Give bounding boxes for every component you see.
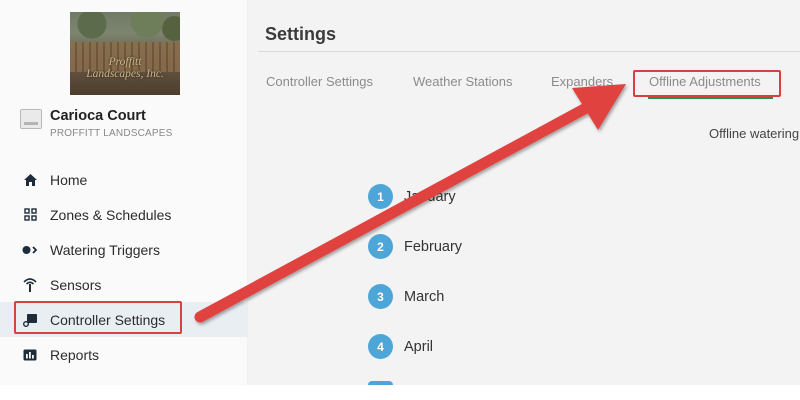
sidebar-item-zones-schedules[interactable]: Zones & Schedules [0,197,248,232]
month-label: February [404,238,463,255]
sidebar-item-label: Sensors [50,276,102,293]
reports-icon [22,347,38,363]
bottom-strip [0,385,800,400]
title-divider [258,51,800,52]
tab-expanders[interactable]: Expanders [551,74,613,89]
active-tab-indicator [648,97,773,99]
site-company: PROFFITT LANDSCAPES [50,128,173,139]
month-row: 4 April [368,334,433,359]
month-number-badge: 3 [368,284,393,309]
app-window: Proffitt Landscapes, Inc. Carioca Court … [0,0,800,400]
annotation-highlight-offline-adjustments [633,70,781,97]
sidebar-item-home[interactable]: Home [0,162,248,197]
sidebar: Proffitt Landscapes, Inc. Carioca Court … [0,0,248,385]
month-number-badge: 4 [368,334,393,359]
sidebar-item-label: Watering Triggers [50,241,160,258]
month-label: January [404,188,456,205]
sidebar-item-reports[interactable]: Reports [0,337,248,372]
tab-controller-settings[interactable]: Controller Settings [266,74,373,89]
sidebar-item-label: Home [50,171,88,188]
company-logo: Proffitt Landscapes, Inc. [70,12,180,95]
tab-weather-stations[interactable]: Weather Stations [413,74,512,89]
month-label: March [404,288,445,305]
month-label: April [404,338,434,355]
offline-watering-text: Offline watering [709,126,800,141]
home-icon [22,172,38,188]
site-name: Carioca Court [50,108,146,124]
sidebar-item-watering-triggers[interactable]: Watering Triggers [0,232,248,267]
sidebar-item-label: Reports [50,346,100,363]
main-panel: Settings Controller Settings Weather Sta… [248,0,800,385]
site-header: Carioca Court PROFFITT LANDSCAPES [20,108,173,139]
sidebar-nav: Home Zones & Schedules Watering Triggers… [0,162,248,372]
sensor-icon [22,277,38,293]
month-number-badge: 1 [368,184,393,209]
sidebar-item-sensors[interactable]: Sensors [0,267,248,302]
zones-icon [22,207,38,223]
page-title: Settings [265,24,337,44]
month-row: 1 January [368,184,456,209]
month-row: 2 February [368,234,462,259]
annotation-highlight-controller-settings [14,301,182,334]
month-row: 3 March [368,284,444,309]
triggers-icon [22,242,38,258]
month-number-badge: 2 [368,234,393,259]
logo-line-2: Landscapes, Inc. [86,68,164,80]
controller-device-icon [20,109,42,129]
sidebar-item-label: Zones & Schedules [50,206,172,223]
logo-line-1: Proffitt [108,56,142,68]
